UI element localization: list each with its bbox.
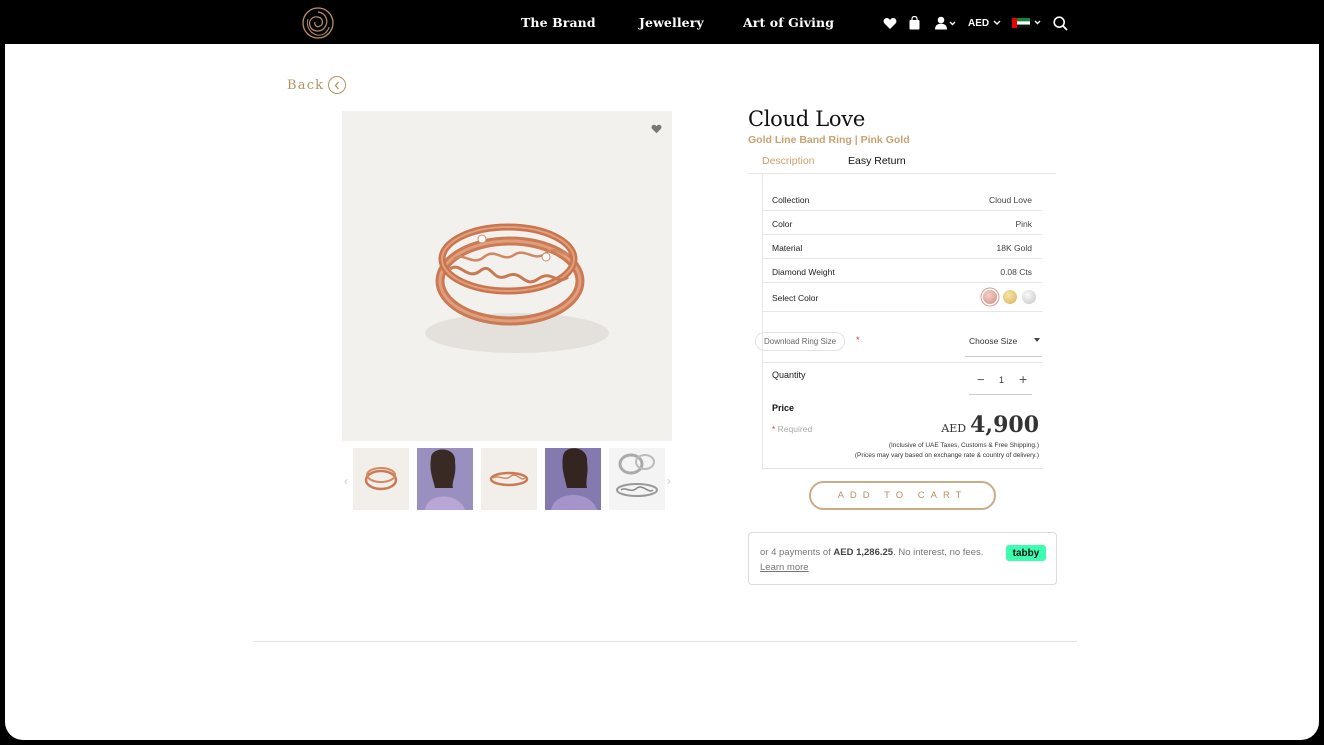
carousel-prev-icon[interactable]: ‹ <box>344 474 348 488</box>
thumbnail-3[interactable] <box>481 448 537 510</box>
product-title: Cloud Love <box>748 107 865 131</box>
spec-row-select-color: Select Color <box>762 283 1042 312</box>
required-note: * Required <box>772 424 813 434</box>
carousel-next-icon[interactable]: › <box>667 474 671 488</box>
tabby-promo: or 4 payments of AED 1,286.25. No intere… <box>748 532 1057 585</box>
download-ring-size-label: Download Ring Size <box>764 337 837 346</box>
swatch-yellow-gold[interactable] <box>1003 290 1017 304</box>
required-star: * <box>856 335 860 345</box>
nav-link-jewellery[interactable]: Jewellery <box>639 15 704 30</box>
tabs-divider <box>748 173 1056 174</box>
price-amount: 4,900 <box>970 412 1039 438</box>
spec-key: Collection <box>772 195 810 205</box>
thumbnail-2[interactable] <box>417 448 473 510</box>
spec-key: Material <box>772 243 803 253</box>
nav-link-art-of-giving[interactable]: Art of Giving <box>743 15 834 30</box>
spec-row-diamond-weight: Diamond Weight 0.08 Cts <box>762 259 1042 283</box>
price-label: Price <box>772 403 795 413</box>
tab-description[interactable]: Description <box>762 155 815 167</box>
thumbnail-4[interactable] <box>545 448 601 510</box>
required-label: Required <box>777 424 813 434</box>
browser-frame: The Brand Jewellery Art of Giving AED Ba… <box>0 0 1324 745</box>
product-main-image[interactable] <box>342 111 672 441</box>
quantity-label: Quantity <box>772 370 806 380</box>
plus-icon[interactable]: + <box>1019 371 1027 387</box>
caret-down-icon <box>1034 338 1040 342</box>
brand-logo[interactable] <box>300 5 336 41</box>
minus-icon[interactable]: − <box>977 372 985 387</box>
spec-value: 18K Gold <box>996 243 1032 253</box>
tabby-text-after: . No interest, no fees. <box>893 547 984 558</box>
thumbnail-1[interactable] <box>353 448 409 510</box>
quantity-value[interactable]: 1 <box>999 375 1004 385</box>
spec-value: 0.08 Cts <box>1000 267 1032 277</box>
tabby-text: or 4 payments of AED 1,286.25. No intere… <box>760 545 990 575</box>
back-label: Back <box>287 77 325 93</box>
currency-label: AED <box>968 18 990 29</box>
tabby-logo: tabby <box>1006 545 1046 561</box>
back-link[interactable]: Back <box>287 76 347 94</box>
tabby-learn-more-link[interactable]: Learn more <box>760 562 809 573</box>
search-icon[interactable] <box>1053 14 1068 32</box>
product-price: AED 4,900 <box>941 412 1039 438</box>
tab-easy-return[interactable]: Easy Return <box>848 155 906 167</box>
ring-illustration <box>425 223 609 353</box>
quantity-stepper: − 1 + <box>969 370 1032 395</box>
heart-icon[interactable] <box>883 14 897 32</box>
size-divider <box>762 362 1043 363</box>
spec-row-color: Color Pink <box>762 211 1042 235</box>
product-page: Back ‹ › Cloud Love Gold Line Band Ring … <box>5 44 1319 740</box>
thumbnail-carousel: ‹ › <box>342 448 672 520</box>
price-note-taxes: (Inclusive of UAE Taxes, Customs & Free … <box>888 442 1039 449</box>
size-select-value: Choose Size <box>969 336 1018 346</box>
top-navbar: The Brand Jewellery Art of Giving AED <box>0 0 1324 44</box>
spec-row-collection: Collection Cloud Love <box>762 187 1042 211</box>
nav-link-the-brand[interactable]: The Brand <box>521 15 596 30</box>
spec-value: Cloud Love <box>988 195 1032 205</box>
user-icon[interactable] <box>935 14 957 32</box>
flag-uae-icon[interactable] <box>1012 14 1042 32</box>
currency-selector[interactable]: AED <box>968 18 1001 29</box>
product-subtitle: Gold Line Band Ring | Pink Gold <box>748 134 910 146</box>
thumbnail-5[interactable] <box>609 448 665 510</box>
add-to-cart-button[interactable]: ADD TO CART <box>809 481 996 510</box>
price-divider <box>762 468 1043 469</box>
price-currency: AED <box>941 422 967 435</box>
spec-key: Diamond Weight <box>772 267 835 277</box>
tabby-text-before: or 4 payments of <box>760 547 831 558</box>
bag-icon[interactable] <box>909 14 920 32</box>
spec-value: Pink <box>1015 219 1032 229</box>
chevron-left-icon <box>328 76 347 94</box>
spec-key: Color <box>772 219 793 229</box>
download-ring-size-button[interactable]: Download Ring Size <box>755 332 846 351</box>
select-color-label: Select Color <box>772 293 819 303</box>
spec-row-material: Material 18K Gold <box>762 235 1042 259</box>
size-select[interactable]: Choose Size <box>965 333 1042 357</box>
tabby-amount: AED 1,286.25 <box>833 547 894 558</box>
swatch-white-gold[interactable] <box>1022 290 1036 304</box>
swatch-pink-gold[interactable] <box>983 290 997 304</box>
price-note-exchange: (Prices may vary based on exchange rate … <box>854 452 1039 459</box>
footer-divider <box>253 641 1077 642</box>
